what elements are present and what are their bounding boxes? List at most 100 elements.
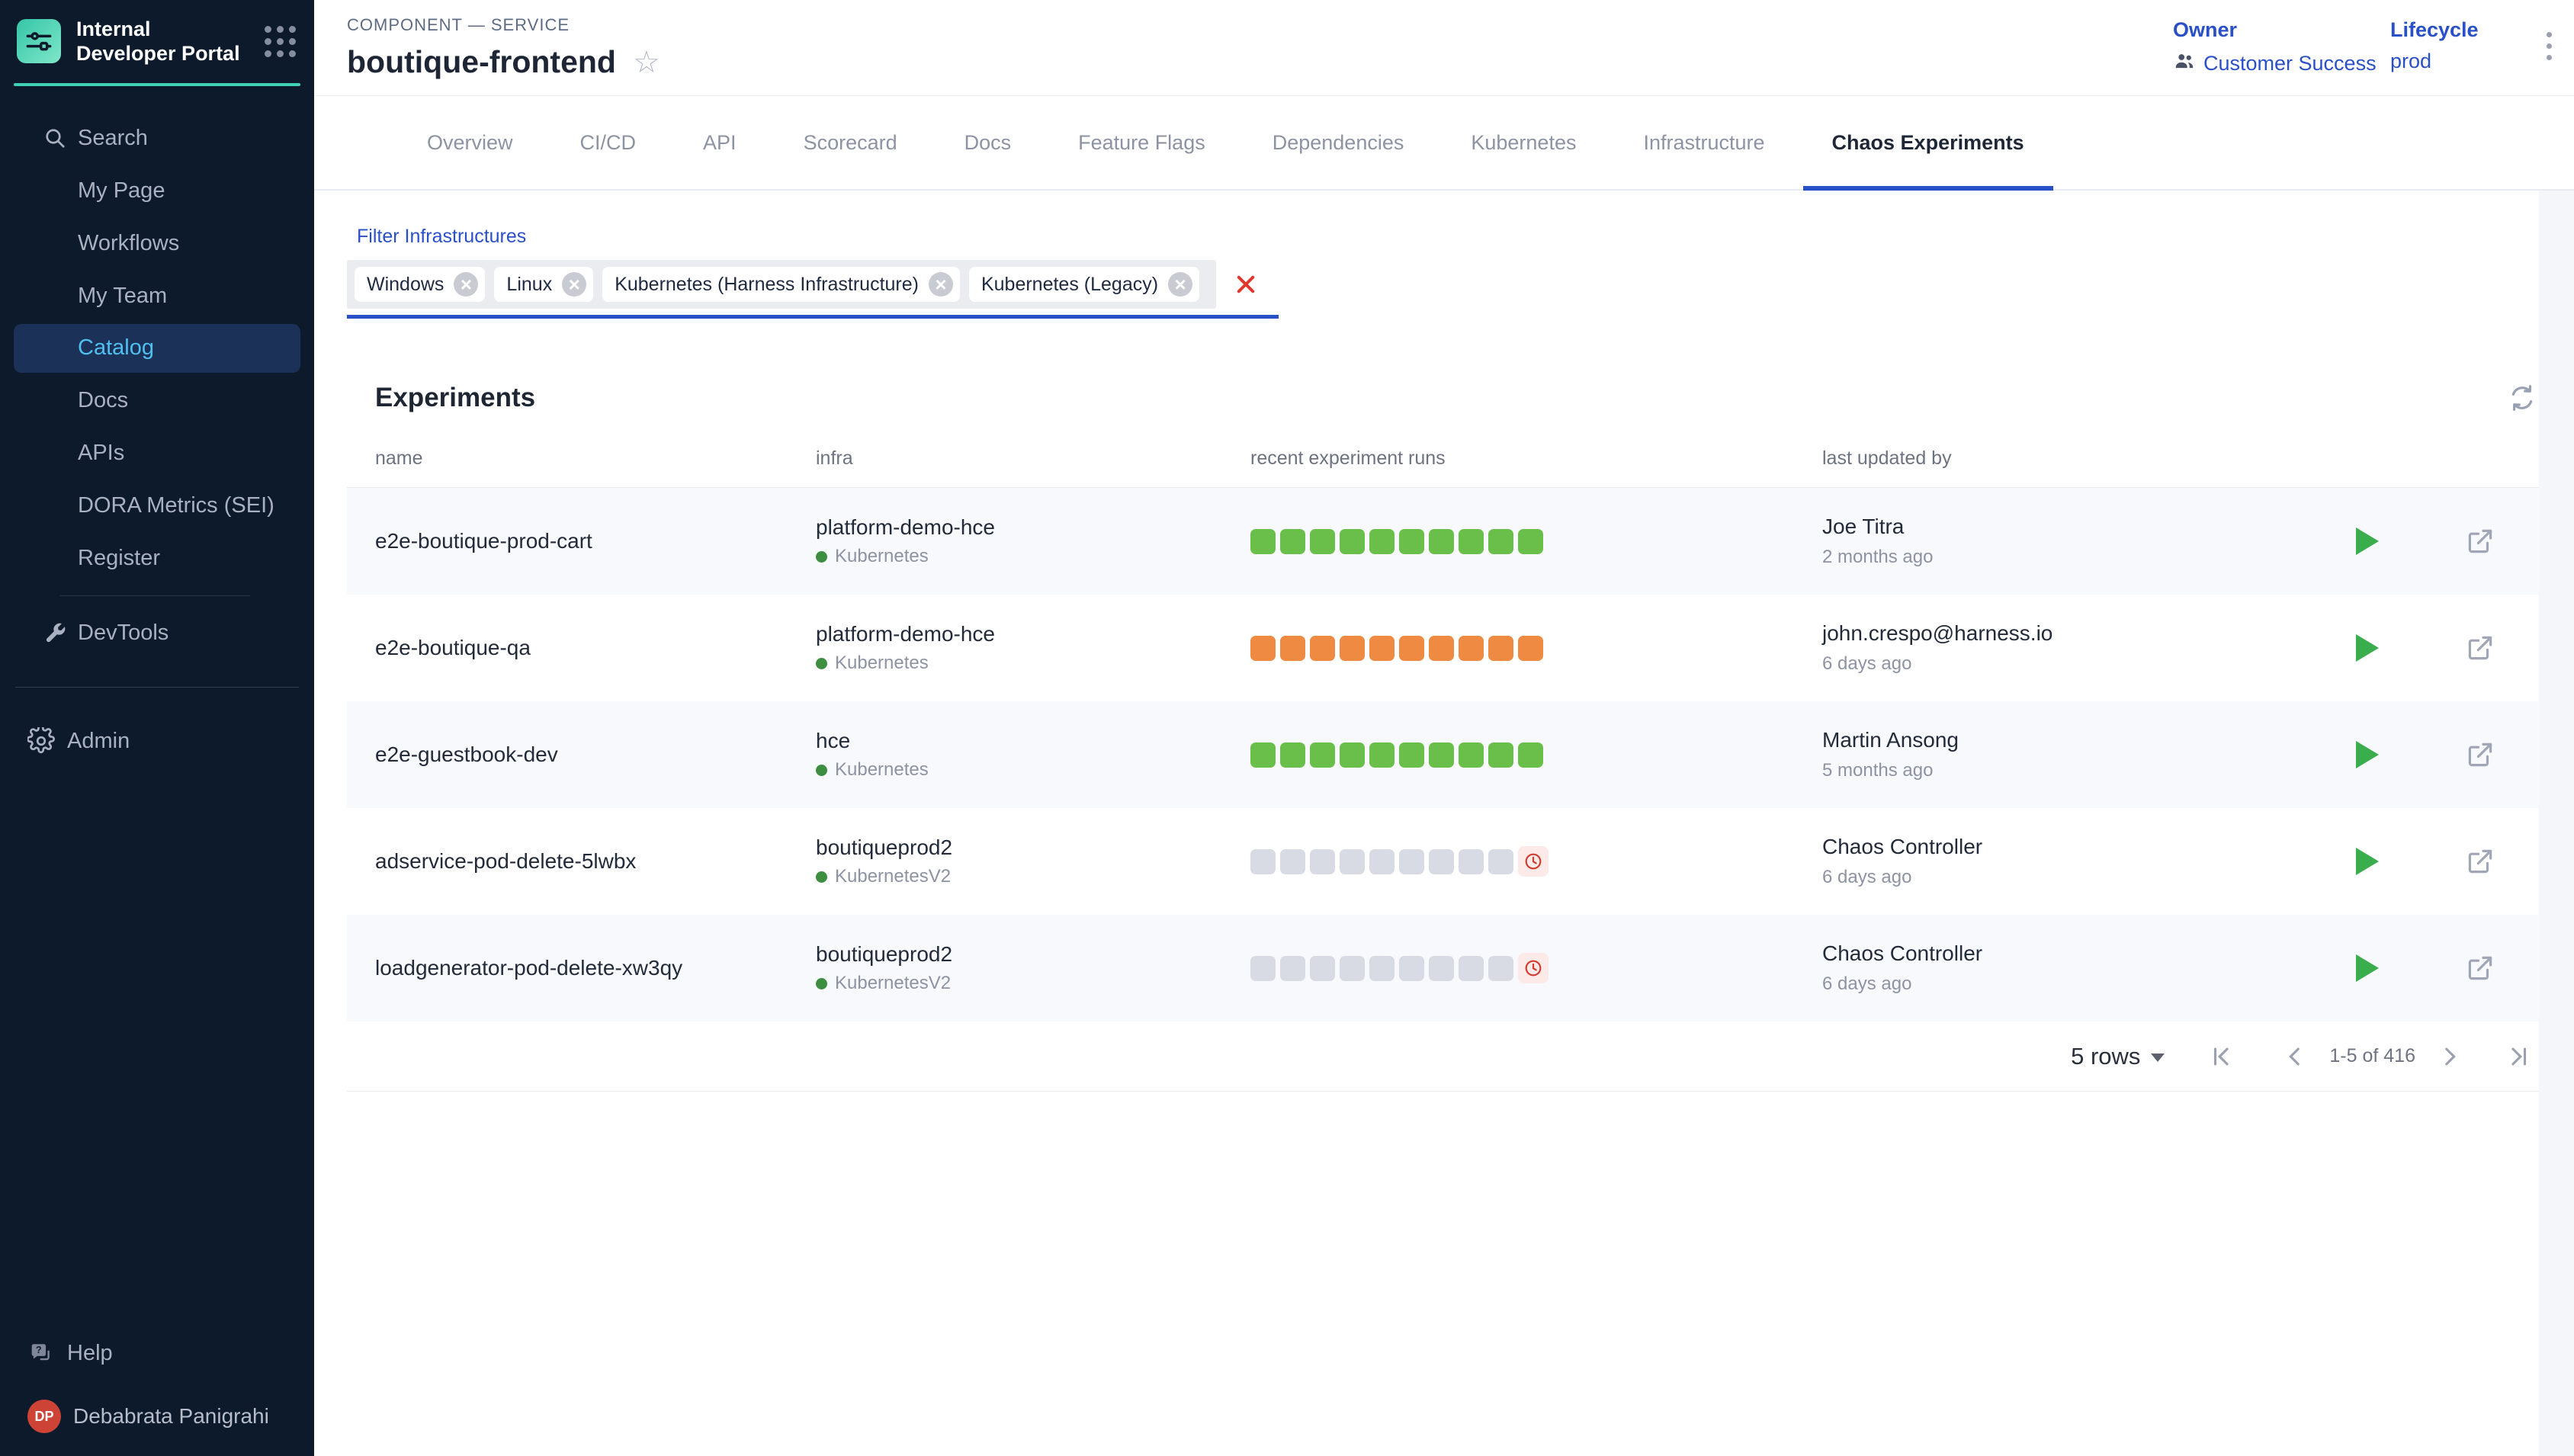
sidebar-item-my-team[interactable]: My Team (0, 270, 314, 322)
run-status-square[interactable] (1399, 529, 1424, 554)
run-status-square[interactable] (1429, 742, 1454, 768)
remove-chip-icon[interactable]: × (929, 272, 953, 297)
run-status-square[interactable] (1459, 529, 1484, 554)
run-status-square[interactable] (1369, 529, 1395, 554)
tab-infrastructure[interactable]: Infrastructure (1610, 96, 1798, 189)
run-status-square[interactable] (1369, 849, 1395, 874)
tab-scorecard[interactable]: Scorecard (770, 96, 931, 189)
run-status-square[interactable] (1429, 849, 1454, 874)
run-status-square[interactable] (1369, 742, 1395, 768)
run-status-square[interactable] (1310, 636, 1335, 661)
next-page-button[interactable] (2437, 1044, 2463, 1070)
run-status-square[interactable] (1429, 636, 1454, 661)
run-status-square[interactable] (1369, 636, 1395, 661)
app-switcher-icon[interactable] (265, 26, 296, 57)
open-in-new-icon[interactable] (2466, 527, 2539, 556)
run-status-square[interactable] (1488, 636, 1513, 661)
open-in-new-icon[interactable] (2466, 847, 2539, 876)
run-status-square[interactable] (1310, 849, 1335, 874)
refresh-icon[interactable] (2507, 383, 2537, 413)
previous-page-button[interactable] (2282, 1044, 2308, 1070)
run-status-square[interactable] (1488, 956, 1513, 981)
run-status-square[interactable] (1280, 529, 1305, 554)
sidebar-item-register[interactable]: Register (0, 532, 314, 585)
tab-chaos-experiments[interactable]: Chaos Experiments (1799, 96, 2058, 189)
run-experiment-button[interactable] (2356, 954, 2379, 982)
scrollbar-track[interactable] (2539, 191, 2574, 1456)
run-status-square[interactable] (1310, 956, 1335, 981)
run-status-square[interactable] (1340, 742, 1365, 768)
clear-filters-icon[interactable] (1233, 271, 1259, 297)
sidebar-item-dora-metrics-sei-[interactable]: DORA Metrics (SEI) (0, 479, 314, 532)
run-experiment-button[interactable] (2356, 848, 2379, 875)
sidebar-item-admin[interactable]: Admin (0, 715, 314, 768)
run-status-square[interactable] (1280, 742, 1305, 768)
remove-chip-icon[interactable]: × (454, 272, 478, 297)
run-status-square[interactable] (1250, 636, 1276, 661)
run-status-square[interactable] (1369, 956, 1395, 981)
last-page-button[interactable] (2505, 1044, 2531, 1070)
tab-ci-cd[interactable]: CI/CD (547, 96, 670, 189)
run-status-square[interactable] (1488, 529, 1513, 554)
open-in-new-icon[interactable] (2466, 633, 2539, 662)
run-status-square[interactable] (1310, 742, 1335, 768)
tab-feature-flags[interactable]: Feature Flags (1045, 96, 1239, 189)
run-status-square[interactable] (1459, 742, 1484, 768)
run-status-square[interactable] (1280, 849, 1305, 874)
tab-docs[interactable]: Docs (931, 96, 1045, 189)
sidebar-item-catalog[interactable]: Catalog (14, 324, 300, 373)
owner-link[interactable]: Customer Success (2203, 52, 2377, 75)
run-status-square[interactable] (1399, 956, 1424, 981)
sidebar-item-apis[interactable]: APIs (0, 427, 314, 479)
run-status-square[interactable] (1518, 529, 1543, 554)
run-status-square[interactable] (1250, 742, 1276, 768)
filter-infrastructures-link[interactable]: Filter Infrastructures (357, 226, 526, 248)
run-status-square[interactable] (1488, 849, 1513, 874)
rows-per-page-select[interactable]: 5 rows (2071, 1043, 2165, 1070)
run-experiment-button[interactable] (2356, 528, 2379, 555)
tab-dependencies[interactable]: Dependencies (1239, 96, 1438, 189)
infrastructure-filter-input[interactable]: Windows×Linux×Kubernetes (Harness Infras… (347, 260, 1279, 319)
first-page-button[interactable] (2209, 1044, 2235, 1070)
run-status-square[interactable] (1488, 742, 1513, 768)
run-status-square[interactable] (1280, 636, 1305, 661)
run-status-square[interactable] (1459, 636, 1484, 661)
run-experiment-button[interactable] (2356, 741, 2379, 768)
run-status-square[interactable] (1250, 529, 1276, 554)
run-status-square[interactable] (1399, 849, 1424, 874)
run-status-square[interactable] (1429, 529, 1454, 554)
run-status-square[interactable] (1399, 636, 1424, 661)
infra-cell: boutiqueprod2KubernetesV2 (816, 835, 1250, 887)
run-status-square[interactable] (1280, 956, 1305, 981)
sidebar-item-search[interactable]: Search (0, 112, 314, 165)
tab-api[interactable]: API (669, 96, 770, 189)
run-status-square[interactable] (1459, 956, 1484, 981)
run-status-square[interactable] (1459, 849, 1484, 874)
run-status-square[interactable] (1340, 849, 1365, 874)
run-status-square[interactable] (1250, 956, 1276, 981)
run-status-square[interactable] (1518, 636, 1543, 661)
user-menu[interactable]: DP Debabrata Panigrahi (0, 1380, 314, 1456)
tab-kubernetes[interactable]: Kubernetes (1437, 96, 1610, 189)
sidebar-item-my-page[interactable]: My Page (0, 165, 314, 217)
remove-chip-icon[interactable]: × (562, 272, 586, 297)
run-status-square[interactable] (1310, 529, 1335, 554)
sidebar-item-docs[interactable]: Docs (0, 374, 314, 427)
run-status-square[interactable] (1429, 956, 1454, 981)
run-status-square[interactable] (1340, 529, 1365, 554)
sidebar-item-devtools[interactable]: DevTools (0, 607, 314, 659)
run-experiment-button[interactable] (2356, 634, 2379, 662)
tab-overview[interactable]: Overview (393, 96, 547, 189)
kebab-menu-icon[interactable] (2540, 26, 2558, 66)
run-status-square[interactable] (1340, 956, 1365, 981)
run-status-square[interactable] (1250, 849, 1276, 874)
remove-chip-icon[interactable]: × (1168, 272, 1192, 297)
run-status-square[interactable] (1399, 742, 1424, 768)
run-status-square[interactable] (1340, 636, 1365, 661)
favorite-star-icon[interactable]: ☆ (633, 47, 660, 78)
open-in-new-icon[interactable] (2466, 740, 2539, 769)
sidebar-item-workflows[interactable]: Workflows (0, 217, 314, 270)
open-in-new-icon[interactable] (2466, 954, 2539, 983)
run-status-square[interactable] (1518, 742, 1543, 768)
sidebar-item-help[interactable]: ? Help (0, 1327, 314, 1380)
